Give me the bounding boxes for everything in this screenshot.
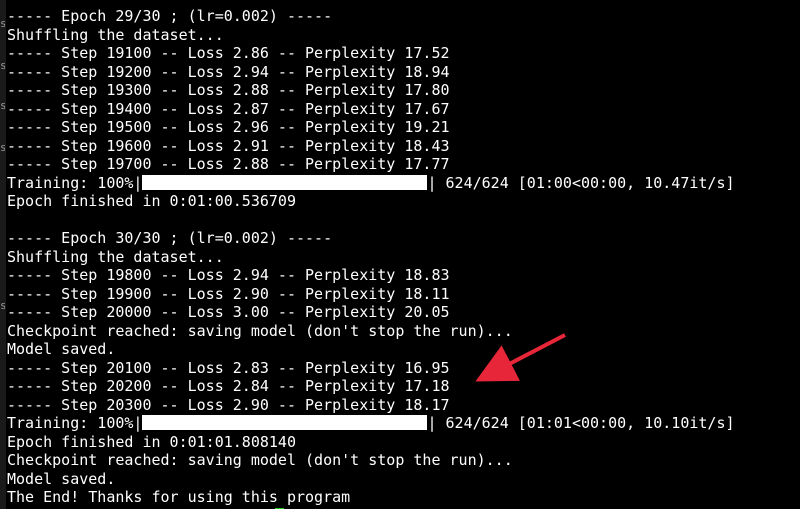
output-line: Model saved.	[7, 340, 116, 358]
output-line: ----- Step 19200 -- Loss 2.94 -- Perplex…	[7, 62, 450, 81]
progress-prefix: Training: 100%|	[7, 173, 143, 192]
left-gutter: s s s s s	[0, 0, 6, 509]
gutter-glyph: s	[0, 142, 5, 154]
output-line: ----- Step 19500 -- Loss 2.96 -- Perplex…	[7, 118, 450, 136]
gutter-glyph: s	[0, 60, 5, 72]
progress-bar	[142, 174, 428, 190]
output-line: ----- Step 19900 -- Loss 2.90 -- Perplex…	[7, 284, 450, 303]
progress-prefix: Training: 100%|	[7, 414, 143, 432]
progress-suffix: | 624/624 [01:01<00:00, 10.10it/s]	[427, 414, 735, 432]
output-line: Model saved.	[7, 469, 116, 488]
output-line: Epoch finished in 0:01:01.808140	[7, 432, 296, 451]
output-line: ----- Epoch 29/30 ; (lr=0.002) -----	[7, 7, 333, 25]
output-line: Shuffling the dataset...	[7, 25, 224, 44]
output-line: Checkpoint reached: saving model (don't …	[7, 321, 513, 340]
output-line: ----- Step 20300 -- Loss 2.90 -- Perplex…	[7, 395, 450, 414]
output-line: ----- Epoch 30/30 ; (lr=0.002) -----	[7, 229, 333, 247]
output-line: Shuffling the dataset...	[7, 247, 224, 266]
output-line: Checkpoint reached: saving model (don't …	[7, 451, 513, 469]
progress-bar	[142, 415, 428, 430]
gutter-glyph: s	[0, 300, 5, 312]
output-line: ----- Step 19300 -- Loss 2.88 -- Perplex…	[7, 81, 450, 99]
output-line: ----- Step 20000 -- Loss 3.00 -- Perplex…	[7, 303, 450, 321]
progress-line: Training: 100%| | 624/624 [01:00<00:00, 1…	[7, 174, 735, 193]
output-line: ----- Step 19700 -- Loss 2.88 -- Perplex…	[7, 155, 450, 173]
progress-suffix: | 624/624 [01:00<00:00, 10.47it/s]	[427, 173, 735, 192]
output-line: ----- Step 20100 -- Loss 2.83 -- Perplex…	[7, 358, 450, 377]
output-line: ----- Step 19400 -- Loss 2.87 -- Perplex…	[7, 99, 450, 118]
terminal-window[interactable]: s s s s s ----- Epoch 29/30 ; (lr=0.002)…	[0, 0, 800, 509]
gutter-glyph: s	[0, 100, 5, 112]
output-line: The End! Thanks for using this program	[7, 488, 351, 506]
progress-line: Training: 100%| | 624/624 [01:01<00:00, 1…	[7, 414, 735, 433]
terminal-output: ----- Epoch 29/30 ; (lr=0.002) ----- Shuf…	[7, 7, 735, 509]
output-line: ----- Step 19100 -- Loss 2.86 -- Perplex…	[7, 44, 450, 62]
output-line: ----- Step 19800 -- Loss 2.94 -- Perplex…	[7, 266, 450, 284]
output-line: Epoch finished in 0:01:00.536709	[7, 192, 296, 210]
gutter-glyph: s	[0, 18, 5, 30]
output-line: ----- Step 19600 -- Loss 2.91 -- Perplex…	[7, 136, 450, 155]
output-line: ----- Step 20200 -- Loss 2.84 -- Perplex…	[7, 377, 450, 395]
